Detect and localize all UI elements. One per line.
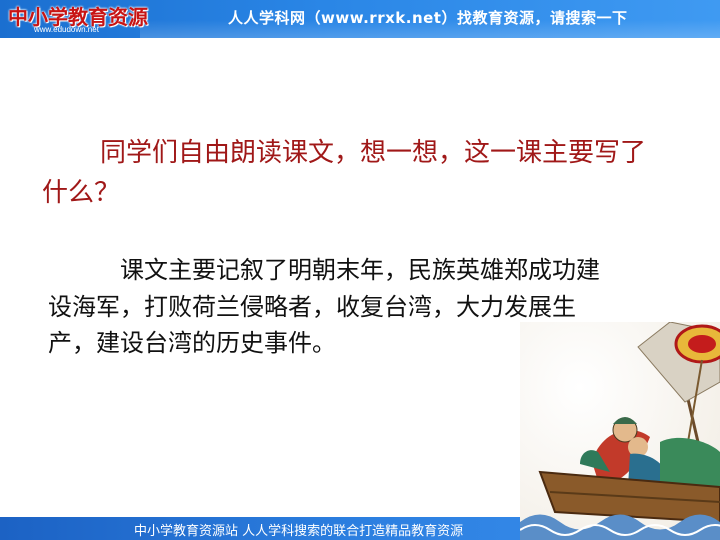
question-sentence: 同学们自由朗读课文，想一想，这一课主要写了什么？ — [42, 138, 647, 208]
sea-waves — [520, 514, 720, 540]
header-banner: 中小学教育资源 www.edudown.net 人人学科网（www.rrxk.n… — [0, 0, 720, 38]
zheng-chenggong-ship-illustration — [520, 322, 720, 540]
answer-sentence: 课文主要记叙了明朝末年，民族英雄郑成功建设海军，打败荷兰侵略者，收复台湾，大力发… — [48, 256, 600, 357]
parasol-center — [688, 335, 716, 353]
header-slogan: 人人学科网（www.rrxk.net）找教育资源，请搜索一下 — [228, 9, 628, 27]
footer-text: 中小学教育资源站 人人学科搜索的联合打造精品教育资源 — [134, 524, 464, 539]
site-logo-url[interactable]: www.edudown.net — [34, 25, 99, 34]
question-text: 同学们自由朗读课文，想一想，这一课主要写了什么？ — [42, 133, 652, 213]
